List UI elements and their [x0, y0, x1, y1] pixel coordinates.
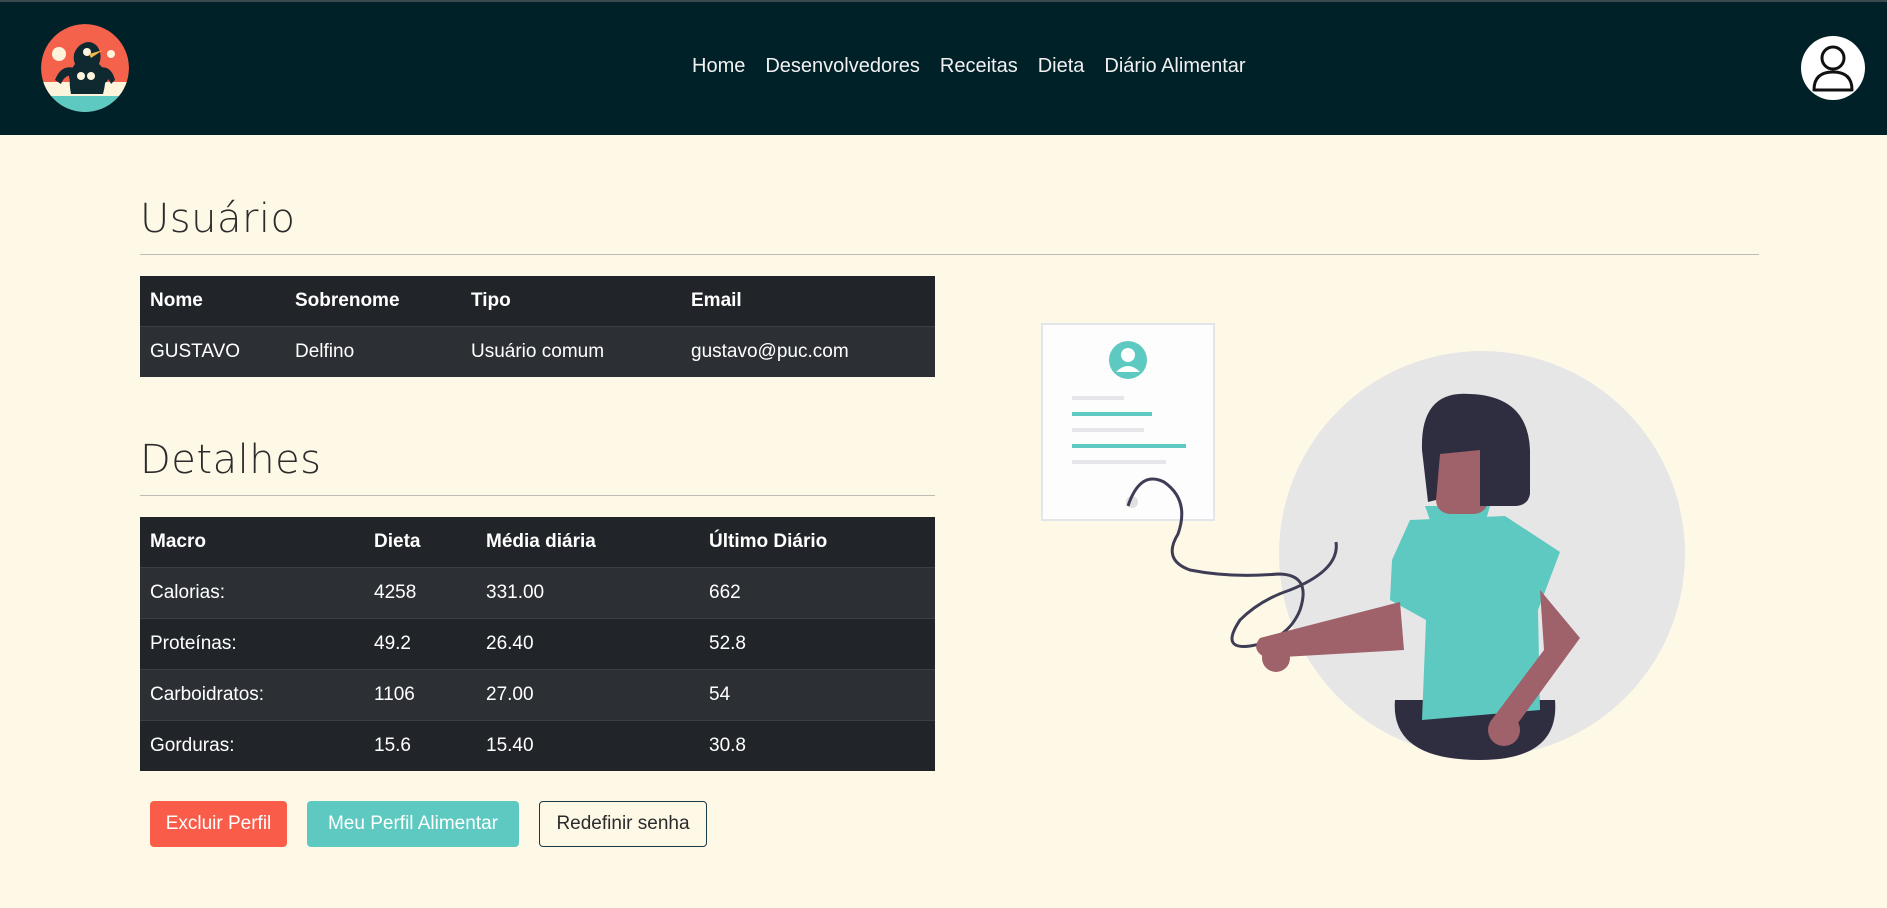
nav-link-home[interactable]: Home [692, 55, 745, 78]
table-header-row: Nome Sobrenome Tipo Email [140, 276, 935, 327]
cell-macro: Carboidratos: [140, 669, 364, 721]
detalhes-table: Macro Dieta Média diária Último Diário C… [140, 517, 935, 771]
header-sobrenome: Sobrenome [295, 290, 400, 311]
cell-media: 331.00 [476, 567, 699, 619]
excluir-perfil-button[interactable]: Excluir Perfil [150, 801, 287, 847]
cell-dieta: 49.2 [364, 618, 476, 670]
header-tipo: Tipo [471, 290, 511, 311]
cell-sobrenome: Delfino [285, 326, 461, 377]
table-row: GUSTAVO Delfino Usuário comum gustavo@pu… [140, 326, 935, 377]
header-nome: Nome [150, 290, 203, 311]
cell-dieta: 4258 [364, 567, 476, 619]
header-dieta: Dieta [374, 531, 421, 552]
table-row: Carboidratos: 1106 27.00 54 [140, 669, 935, 721]
header-macro: Macro [150, 531, 206, 552]
cell-ultimo: 30.8 [699, 720, 935, 771]
cell-ultimo: 52.8 [699, 618, 935, 670]
cell-macro: Proteínas: [140, 618, 364, 670]
cell-dieta: 1106 [364, 669, 476, 721]
cell-macro: Gorduras: [140, 720, 364, 771]
nav-link-diario-alimentar[interactable]: Diário Alimentar [1104, 55, 1245, 78]
table-header-row: Macro Dieta Média diária Último Diário [140, 517, 935, 568]
cell-ultimo: 662 [699, 567, 935, 619]
header-email: Email [691, 290, 742, 311]
cell-dieta: 15.6 [364, 720, 476, 771]
header-media-diaria: Média diária [486, 531, 596, 552]
table-row: Calorias: 4258 331.00 662 [140, 567, 935, 619]
user-avatar-icon[interactable] [1801, 36, 1865, 100]
cell-media: 15.40 [476, 720, 699, 771]
meu-perfil-alimentar-button[interactable]: Meu Perfil Alimentar [307, 801, 519, 847]
cell-email: gustavo@puc.com [681, 326, 935, 377]
redefinir-senha-button[interactable]: Redefinir senha [539, 801, 707, 847]
table-row: Proteínas: 49.2 26.40 52.8 [140, 618, 935, 670]
cell-media: 27.00 [476, 669, 699, 721]
header-ultimo-diario: Último Diário [709, 531, 828, 552]
logo-icon[interactable] [41, 24, 129, 112]
usuario-table: Nome Sobrenome Tipo Email GUSTAVO Delfin… [140, 276, 935, 377]
detalhes-divider [140, 495, 935, 496]
nav-links: Home Desenvolvedores Receitas Dieta Diár… [692, 55, 1246, 78]
navbar: Home Desenvolvedores Receitas Dieta Diár… [0, 2, 1887, 135]
nav-link-desenvolvedores[interactable]: Desenvolvedores [765, 55, 920, 78]
cell-nome: GUSTAVO [140, 326, 285, 377]
cell-ultimo: 54 [699, 669, 935, 721]
cell-tipo: Usuário comum [461, 326, 681, 377]
usuario-title: Usuário [140, 196, 296, 242]
cell-macro: Calorias: [140, 567, 364, 619]
table-row: Gorduras: 15.6 15.40 30.8 [140, 720, 935, 771]
detalhes-title: Detalhes [140, 437, 322, 483]
cell-media: 26.40 [476, 618, 699, 670]
profile-illustration [1040, 320, 1700, 765]
usuario-divider [140, 254, 1759, 255]
nav-link-receitas[interactable]: Receitas [940, 55, 1018, 78]
nav-link-dieta[interactable]: Dieta [1038, 55, 1085, 78]
